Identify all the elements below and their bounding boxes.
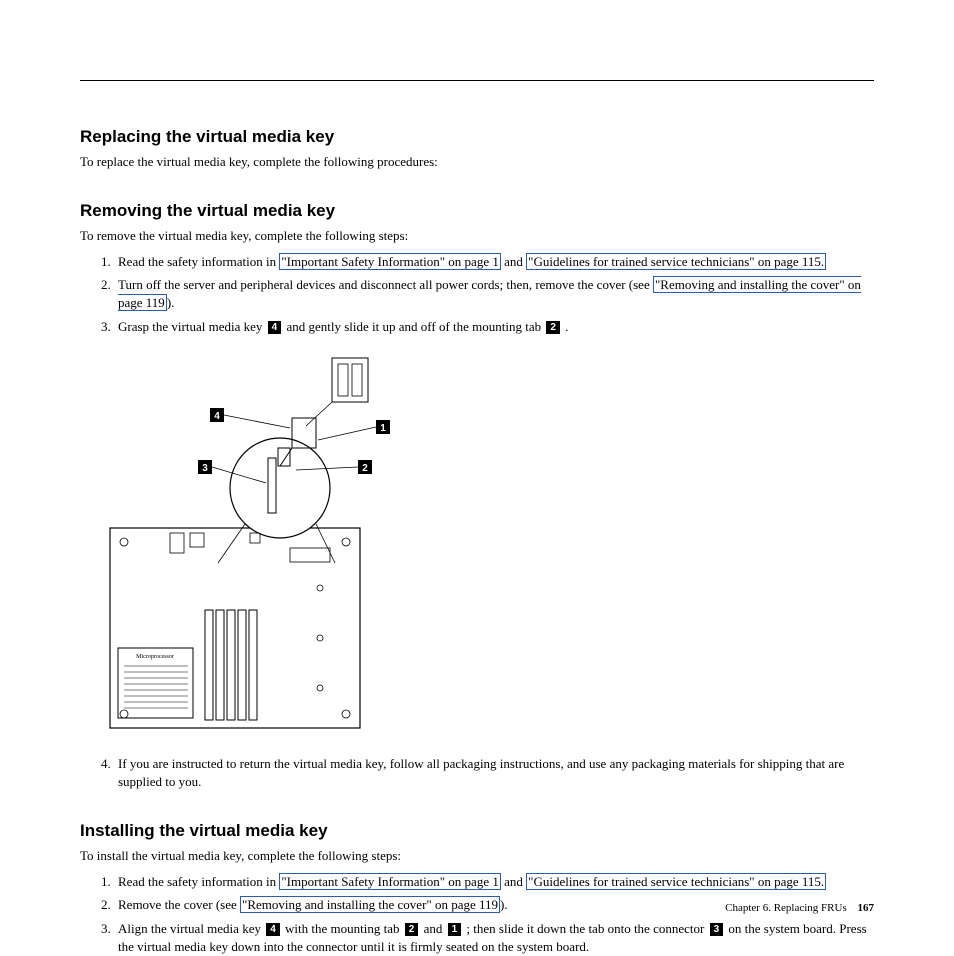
steps-removing: Read the safety information in "Importan…	[80, 253, 874, 336]
document-page: Replacing the virtual media key To repla…	[0, 0, 954, 954]
text: Grasp the virtual media key	[118, 319, 266, 334]
text: Remove the cover (see	[118, 897, 240, 912]
text: ).	[167, 295, 175, 310]
diagram-svg: Microprocessor	[100, 348, 400, 738]
text: and gently slide it up and off of the mo…	[283, 319, 544, 334]
heading-removing: Removing the virtual media key	[80, 199, 874, 223]
section-rule	[80, 80, 874, 81]
step-1: Read the safety information in "Importan…	[114, 873, 874, 891]
svg-text:1: 1	[380, 423, 386, 434]
text: with the mounting tab	[282, 921, 403, 936]
page-number: 167	[858, 902, 875, 914]
step-3: Grasp the virtual media key 4 and gently…	[114, 318, 874, 336]
svg-text:4: 4	[214, 411, 220, 422]
text: and	[420, 921, 445, 936]
callout-2-icon: 2	[405, 923, 419, 936]
text: .	[562, 319, 569, 334]
text: and	[501, 874, 526, 889]
text: and	[501, 254, 526, 269]
text: Turn off the server and peripheral devic…	[118, 277, 653, 292]
callout-2-icon: 2	[546, 321, 560, 334]
link-cover[interactable]: "Removing and installing the cover" on p…	[240, 896, 500, 913]
link-safety-info[interactable]: "Important Safety Information" on page 1	[279, 253, 500, 270]
text: Align the virtual media key	[118, 921, 264, 936]
link-guidelines[interactable]: "Guidelines for trained service technici…	[526, 253, 826, 270]
text: ; then slide it down the tab onto the co…	[463, 921, 707, 936]
step-1: Read the safety information in "Importan…	[114, 253, 874, 271]
diagram-virtual-media-key: Microprocessor	[100, 348, 874, 743]
chapter-label: Chapter 6. Replacing FRUs	[725, 902, 847, 914]
svg-text:2: 2	[362, 463, 368, 474]
callout-4-icon: 4	[268, 321, 282, 334]
text: Read the safety information in	[118, 874, 279, 889]
intro-installing: To install the virtual media key, comple…	[80, 847, 874, 865]
intro-removing: To remove the virtual media key, complet…	[80, 227, 874, 245]
callout-1-icon: 1	[448, 923, 462, 936]
step-3: Align the virtual media key 4 with the m…	[114, 920, 874, 956]
microprocessor-label: Microprocessor	[136, 654, 174, 660]
page-footer: Chapter 6. Replacing FRUs 167	[725, 901, 874, 916]
intro-replacing: To replace the virtual media key, comple…	[80, 153, 874, 171]
callout-3-icon: 3	[710, 923, 724, 936]
heading-replacing: Replacing the virtual media key	[80, 125, 874, 149]
steps-removing-cont: If you are instructed to return the virt…	[80, 755, 874, 791]
text: ).	[500, 897, 508, 912]
heading-installing: Installing the virtual media key	[80, 819, 874, 843]
svg-text:3: 3	[202, 463, 208, 474]
step-4: If you are instructed to return the virt…	[114, 755, 874, 791]
link-guidelines[interactable]: "Guidelines for trained service technici…	[526, 873, 826, 890]
text: Read the safety information in	[118, 254, 279, 269]
step-2: Turn off the server and peripheral devic…	[114, 276, 874, 312]
callout-4-icon: 4	[266, 923, 280, 936]
link-safety-info[interactable]: "Important Safety Information" on page 1	[279, 873, 500, 890]
